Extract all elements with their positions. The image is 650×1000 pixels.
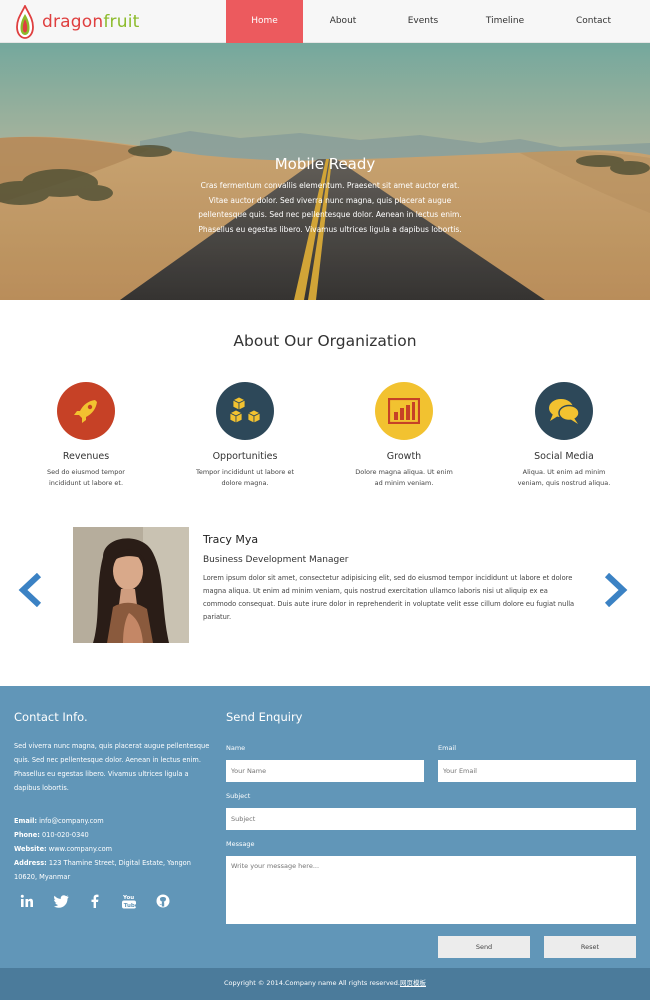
subject-input[interactable] [226,808,636,830]
feature-growth: Growth Dolore magna aliqua. Ut enim ad m… [334,382,474,489]
svg-text:You: You [122,895,134,901]
template-link[interactable]: 网页模板 [400,979,426,987]
about-section-title: About Our Organization [233,332,417,350]
email-input[interactable] [438,760,636,782]
contact-website[interactable]: www.company.com [49,845,112,853]
feature-opportunities: Opportunities Tempor incididunt ut labor… [175,382,315,489]
brand-logo[interactable]: dragonfruit [15,5,145,39]
contact-email-row: Email: info@company.com [14,814,214,828]
feature-opportunities-circle [216,382,274,440]
hero-banner: Mobile Ready Cras fermentum convallis el… [0,43,650,300]
facebook-icon[interactable] [86,892,104,910]
cubes-icon [229,396,261,424]
name-label: Name [226,744,246,752]
next-arrow-icon[interactable] [603,573,629,607]
github-icon[interactable] [154,892,172,910]
contact-info-heading: Contact Info. [14,710,88,724]
youtube-icon[interactable]: You Tube [120,892,138,910]
brand-name-part1: dragon [42,12,104,32]
testimonial-role: Business Development Manager [203,555,349,565]
feature-text: Dolore magna aliqua. Ut enim ad minim ve… [355,468,453,487]
feature-growth-circle [375,382,433,440]
bar-chart-icon [388,398,420,424]
feature-revenues-circle [57,382,115,440]
nav-home[interactable]: Home [226,0,303,43]
hero-description: Cras fermentum convallis elementum. Prae… [198,181,462,234]
contact-address-row: Address: 123 Thamine Street, Digital Est… [14,856,214,884]
contact-description: Sed viverra nunc magna, quis placerat au… [14,742,210,792]
message-textarea[interactable] [226,856,636,924]
prev-arrow-icon[interactable] [17,573,43,607]
contact-phone-row: Phone: 010-020-0340 [14,828,214,842]
brand-name-part2: fruit [103,12,140,32]
footer-section: Contact Info. Sed viverra nunc magna, qu… [0,686,650,968]
subject-label: Subject [226,792,251,800]
linkedin-icon[interactable] [18,892,36,910]
name-input[interactable] [226,760,424,782]
nav-timeline[interactable]: Timeline [463,0,547,43]
feature-revenues: Revenues Sed do eiusmod tempor incididun… [16,382,156,489]
feature-text: Tempor incididunt ut labore et dolore ma… [195,468,295,487]
svg-text:Tube: Tube [124,903,136,909]
top-navbar: dragonfruit Home About Events Timeline C… [0,0,650,43]
contact-email[interactable]: info@company.com [39,817,104,825]
dragonfruit-logo-icon [16,5,34,39]
nav-contact[interactable]: Contact [547,0,640,43]
send-enquiry-heading: Send Enquiry [226,710,303,724]
phone-label: Phone: [14,831,40,839]
feature-title: Social Media [534,451,594,462]
email-label: Email: [14,817,37,825]
feature-title: Opportunities [212,451,278,462]
main-menu: Home About Events Timeline Contact [226,0,640,43]
nav-events[interactable]: Events [383,0,463,43]
feature-social-media: Social Media Aliqua. Ut enim ad minim ve… [494,382,634,489]
social-links: You Tube [18,892,188,910]
contact-details: Email: info@company.com Phone: 010-020-0… [14,814,214,884]
testimonial-text: Lorem ipsum dolor sit amet, consectetur … [203,574,575,621]
feature-social-circle [535,382,593,440]
feature-title: Revenues [62,451,110,462]
testimonial-name: Tracy Mya [203,533,259,546]
feature-text: Sed do eiusmod tempor incididunt ut labo… [47,468,125,487]
contact-website-row: Website: www.company.com [14,842,214,856]
send-button[interactable]: Send [438,936,530,958]
hero-title: Mobile Ready [274,155,376,173]
rocket-icon [74,400,97,423]
brand-name: dragonfruit [42,12,140,32]
chat-bubbles-icon [549,399,580,424]
nav-about[interactable]: About [303,0,383,43]
address-label: Address: [14,859,47,867]
email-label: Email [438,744,457,752]
reset-button[interactable]: Reset [544,936,636,958]
message-label: Message [226,840,255,848]
testimonial-photo [73,527,189,643]
copyright-text: Copyright © 2014.Company name All rights… [224,979,400,987]
contact-phone: 010-020-0340 [41,831,89,839]
twitter-icon[interactable] [52,892,70,910]
feature-text: Aliqua. Ut enim ad minim veniam, quis no… [517,468,611,487]
feature-title: Growth [386,451,422,462]
person-portrait [73,527,189,643]
website-label: Website: [14,845,47,853]
footer-bottom-bar: Copyright © 2014.Company name All rights… [0,968,650,1000]
